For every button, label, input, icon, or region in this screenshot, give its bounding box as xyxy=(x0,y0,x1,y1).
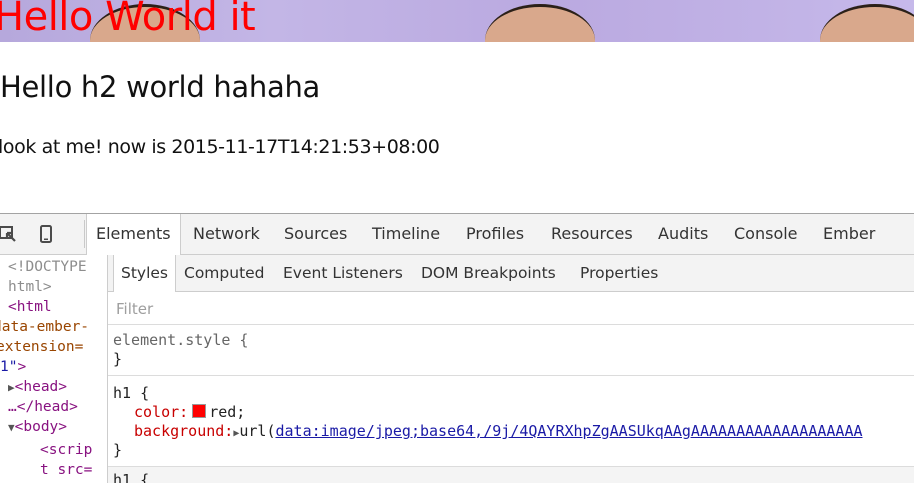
rule-close-brace: } xyxy=(113,441,123,459)
tab-sources[interactable]: Sources xyxy=(284,214,347,254)
subtab-properties[interactable]: Properties xyxy=(580,255,658,291)
subtab-dom-breakpoints[interactable]: DOM Breakpoints xyxy=(421,255,556,291)
rendered-page: Hello World it Hello h2 world hahaha loo… xyxy=(0,0,914,212)
devtools-panel: Elements Network Sources Timeline Profil… xyxy=(0,213,914,483)
rule-close-brace: } xyxy=(113,350,123,368)
dom-doctype[interactable]: <!DOCTYPE xyxy=(8,257,87,277)
dom-script-attr[interactable]: t src= xyxy=(40,460,92,480)
devtools-toolbar: Elements Network Sources Timeline Profil… xyxy=(0,214,914,255)
rule-selector: h1 { xyxy=(113,384,150,402)
subtab-computed[interactable]: Computed xyxy=(184,255,265,291)
dom-body-node[interactable]: ▼<body> xyxy=(8,417,67,438)
dom-tree[interactable]: <!DOCTYPE html> <html data-ember- extens… xyxy=(0,255,108,483)
dom-attr-name[interactable]: data-ember- xyxy=(0,317,89,337)
inspect-element-icon[interactable] xyxy=(0,224,18,244)
dom-attr-value-line[interactable]: 1"> xyxy=(0,357,26,377)
tab-console[interactable]: Console xyxy=(734,214,798,254)
data-url-link[interactable]: data:image/jpeg;base64,/9j/4QAYRXhpZgAAS… xyxy=(276,422,863,440)
expand-triangle-icon[interactable]: ▶ xyxy=(8,381,15,394)
tab-elements[interactable]: Elements xyxy=(86,214,181,255)
prop-name: background: xyxy=(134,422,234,440)
css-rule-h1[interactable]: h1 { color: red; background:▶url(data:ima… xyxy=(108,376,914,467)
filter-input[interactable] xyxy=(114,297,898,321)
prop-value-prefix: url( xyxy=(239,422,276,440)
tab-profiles[interactable]: Profiles xyxy=(466,214,524,254)
prop-value: red; xyxy=(209,403,246,421)
css-rule-element-style[interactable]: element.style { } xyxy=(108,325,914,376)
styles-sidebar: Styles Computed Event Listeners DOM Brea… xyxy=(108,255,914,483)
dom-head-close[interactable]: …</head> xyxy=(8,397,78,417)
styles-subtabs: Styles Computed Event Listeners DOM Brea… xyxy=(108,255,914,292)
page-paragraph: look at me! now is 2015-11-17T14:21:53+0… xyxy=(0,136,440,158)
dom-attr-name-cont[interactable]: extension= xyxy=(0,337,83,357)
styles-filter xyxy=(108,292,914,325)
tab-network[interactable]: Network xyxy=(193,214,260,254)
dom-doctype-end[interactable]: html> xyxy=(8,277,52,297)
rule-selector: element.style { xyxy=(113,331,249,349)
dom-html-tag[interactable]: <html xyxy=(8,297,52,317)
subtab-styles[interactable]: Styles xyxy=(113,255,177,292)
css-rule-next[interactable]: h1 { xyxy=(108,467,914,483)
dom-attr-value: 1" xyxy=(0,359,18,375)
baby-image-tile xyxy=(485,4,595,42)
h1-background-image: Hello World it xyxy=(0,0,914,42)
page-heading-h1: Hello World it xyxy=(0,0,256,40)
dom-head-tag: <head> xyxy=(14,379,68,395)
css-prop-color[interactable]: color: red; xyxy=(134,403,245,422)
color-swatch[interactable] xyxy=(192,404,207,418)
device-mode-icon[interactable] xyxy=(36,224,56,244)
dom-body-tag: <body> xyxy=(14,419,68,435)
collapse-triangle-icon[interactable]: ▼ xyxy=(8,421,15,434)
tab-resources[interactable]: Resources xyxy=(551,214,633,254)
baby-image-tile xyxy=(820,4,914,42)
tab-timeline[interactable]: Timeline xyxy=(372,214,440,254)
prop-name: color: xyxy=(134,403,189,421)
subtab-event-listeners[interactable]: Event Listeners xyxy=(283,255,403,291)
css-prop-background[interactable]: background:▶url(data:image/jpeg;base64,/… xyxy=(134,422,863,443)
dom-head-node[interactable]: ▶<head> xyxy=(8,377,67,398)
dom-script-tag[interactable]: <scrip xyxy=(40,440,92,460)
rule-selector: h1 { xyxy=(113,471,150,483)
dom-close-bracket: > xyxy=(17,359,27,375)
tab-ember[interactable]: Ember xyxy=(823,214,875,254)
page-heading-h2: Hello h2 world hahaha xyxy=(0,70,320,104)
tab-audits[interactable]: Audits xyxy=(658,214,708,254)
